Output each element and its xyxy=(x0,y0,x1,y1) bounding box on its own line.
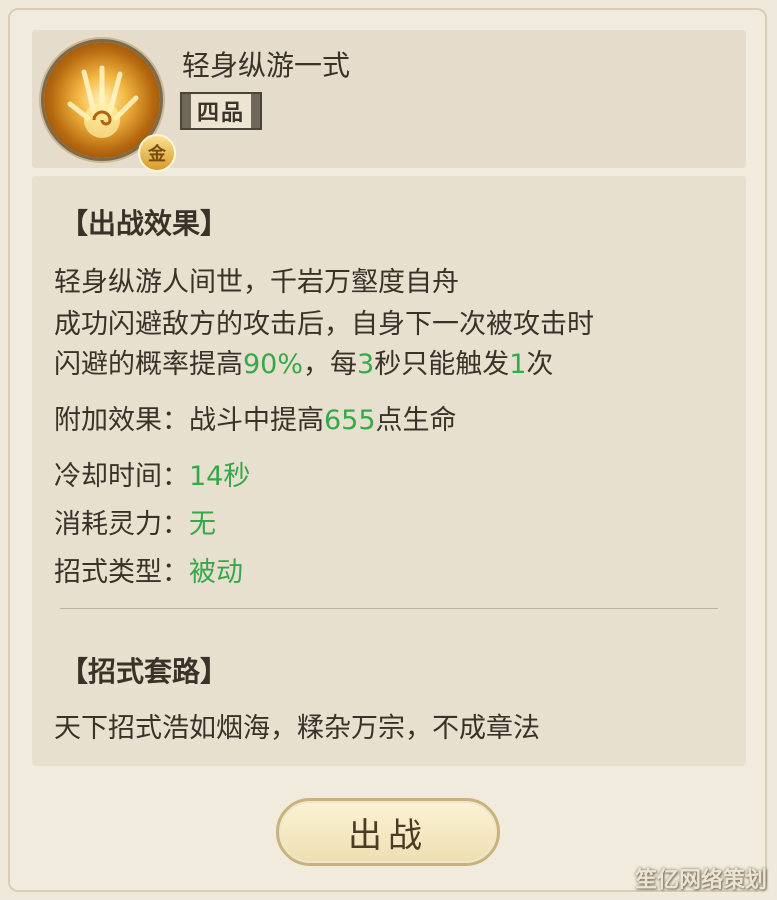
desc-mid2: 秒只能触发 xyxy=(374,349,510,380)
moveset-text: 天下招式浩如烟海，糅杂万宗，不成章法 xyxy=(54,713,540,744)
skill-icon: 金 xyxy=(44,42,176,172)
watermark: 笙亿网络策划 xyxy=(634,868,767,893)
hp-bonus-value: 655 xyxy=(324,405,376,436)
desc-suffix: 次 xyxy=(526,349,554,380)
cost-value: 无 xyxy=(189,509,216,540)
effect-desc-line2: 闪避的概率提高90%，每3秒只能触发1次 xyxy=(54,342,553,381)
cost-line: 消耗灵力：无 xyxy=(54,502,216,541)
deploy-button[interactable]: 出战 xyxy=(276,798,500,866)
cost-label: 消耗灵力： xyxy=(54,509,189,540)
trigger-interval-value: 3 xyxy=(357,349,375,380)
rank-badge: 四品 xyxy=(180,92,262,130)
desc-prefix: 闪避的概率提高 xyxy=(54,349,243,380)
battle-effect-title: 【出战效果】 xyxy=(60,207,229,240)
rank-label: 四品 xyxy=(190,94,251,128)
type-label: 招式类型： xyxy=(54,557,189,588)
skill-details: 【出战效果】 轻身纵游人间世，千岩万壑度自舟 成功闪避敌方的攻击后，自身下一次被… xyxy=(32,176,746,766)
cooldown-line: 冷却时间：14秒 xyxy=(54,454,250,493)
cooldown-value: 14秒 xyxy=(189,461,251,492)
desc-mid1: ，每 xyxy=(303,349,358,380)
skill-header: 金 轻身纵游一式 四品 xyxy=(32,30,746,172)
dodge-rate-value: 90% xyxy=(243,349,304,380)
type-value: 被动 xyxy=(189,557,243,588)
trigger-count-value: 1 xyxy=(509,349,527,380)
type-line: 招式类型：被动 xyxy=(54,550,243,589)
section-divider xyxy=(60,608,718,609)
effect-desc-line1: 成功闪避敌方的攻击后，自身下一次被攻击时 xyxy=(54,309,594,340)
skill-name: 轻身纵游一式 xyxy=(182,49,351,82)
moveset-title: 【招式套路】 xyxy=(60,655,229,688)
extra-prefix: 附加效果：战斗中提高 xyxy=(54,405,324,436)
cooldown-label: 冷却时间： xyxy=(54,461,189,492)
extra-effect-line: 附加效果：战斗中提高655点生命 xyxy=(54,398,457,437)
extra-suffix: 点生命 xyxy=(375,405,457,436)
effect-poem: 轻身纵游人间世，千岩万壑度自舟 xyxy=(54,267,459,298)
gold-grade-badge: 金 xyxy=(138,134,176,172)
